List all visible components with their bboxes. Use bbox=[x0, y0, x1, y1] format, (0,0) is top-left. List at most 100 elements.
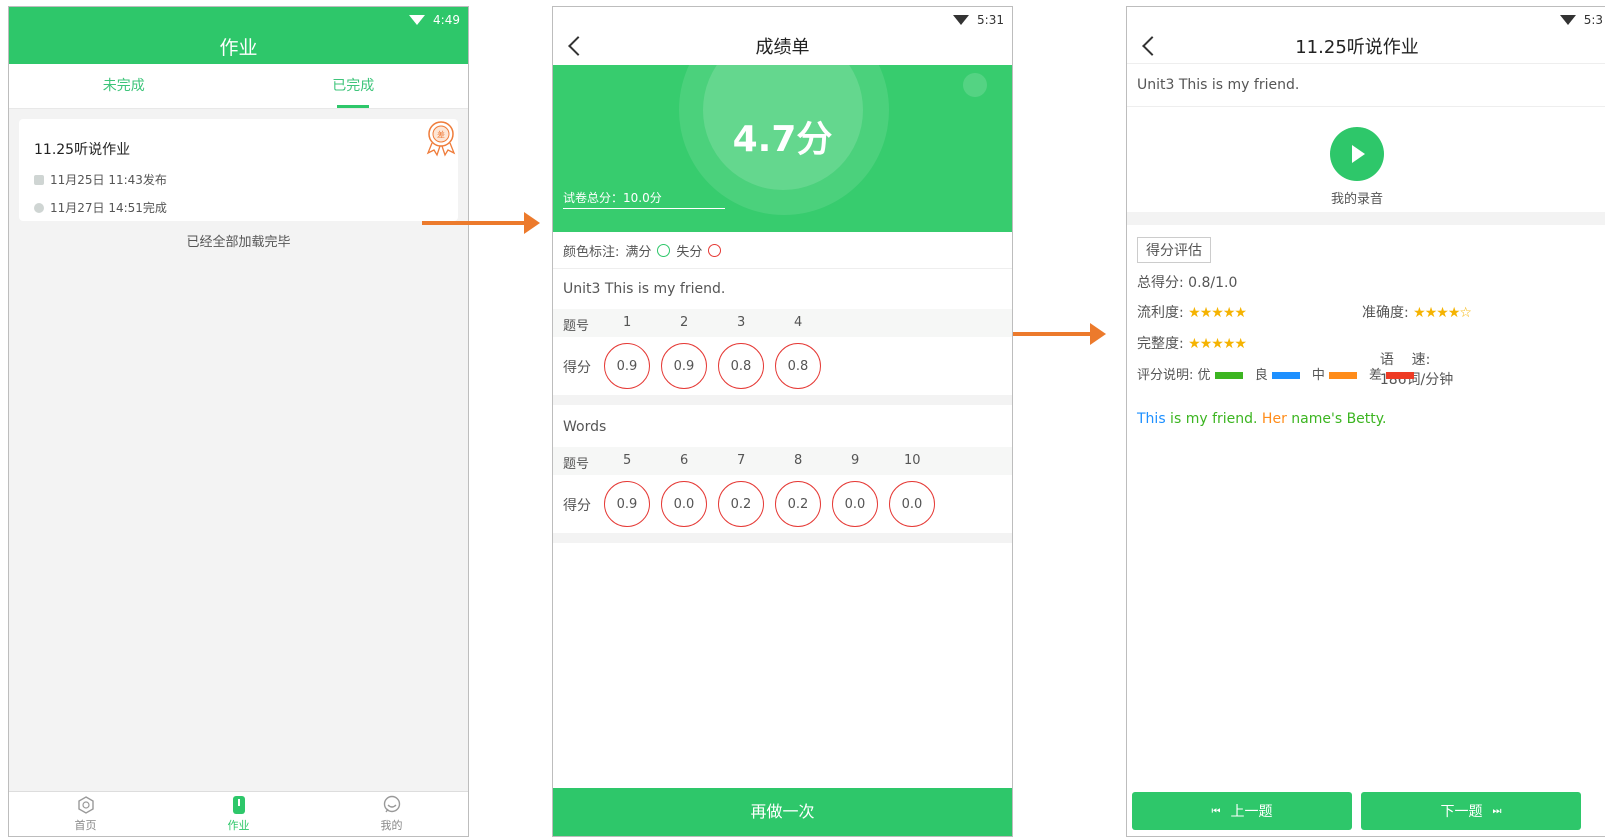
good-color-bar bbox=[1271, 372, 1300, 379]
legend-full: 满分 bbox=[625, 245, 652, 260]
question-score[interactable]: 0.9 bbox=[661, 343, 707, 389]
score-banner: 4.7分 试卷总分：10.0分 bbox=[553, 65, 1012, 232]
page-title: 11.25听说作业 bbox=[1295, 37, 1419, 58]
next-question-label: 下一题 bbox=[1440, 804, 1483, 820]
paper-total-score: 试卷总分：10.0分 bbox=[563, 189, 725, 209]
homework-list: 11.25听说作业 11月25日 11:43发布 11月27日 14:51完成 … bbox=[9, 109, 468, 791]
chat-profile-icon bbox=[383, 795, 400, 813]
clock-icon bbox=[34, 202, 44, 213]
load-complete-text: 已经全部加载完毕 bbox=[186, 235, 291, 250]
accuracy-stars-icon: ★★★★☆ bbox=[1413, 305, 1472, 321]
tab-bar: 未完成 已完成 bbox=[9, 64, 468, 109]
nav-mine-label: 我的 bbox=[380, 819, 403, 832]
rating-poor: 差 bbox=[1369, 368, 1383, 383]
question-score[interactable]: 0.0 bbox=[889, 481, 935, 527]
complete-info: 11月27日 14:51完成 bbox=[34, 199, 167, 216]
medium-color-bar bbox=[1328, 372, 1357, 379]
top-bar: 11.25听说作业 bbox=[1127, 25, 1605, 65]
wifi-icon bbox=[1559, 15, 1576, 25]
divider bbox=[1127, 63, 1605, 64]
recording-label: 我的录音 bbox=[1330, 192, 1383, 207]
banner-decor bbox=[963, 73, 987, 97]
sentence-word: name's Betty. bbox=[1286, 411, 1387, 427]
question-score[interactable]: 0.9 bbox=[604, 481, 650, 527]
fluency-label: 流利度: bbox=[1137, 305, 1184, 321]
question-score[interactable]: 0.0 bbox=[661, 481, 707, 527]
prev-question-button[interactable]: ⏮ 上一题 bbox=[1132, 792, 1352, 830]
question-score[interactable]: 0.0 bbox=[832, 481, 878, 527]
nav-mine[interactable]: 我的 bbox=[315, 792, 468, 836]
svg-text:差: 差 bbox=[437, 130, 445, 140]
question-number: 1 bbox=[623, 315, 632, 330]
completeness-stars-icon: ★★★★★ bbox=[1188, 336, 1247, 352]
number-label: 题号 bbox=[563, 457, 590, 472]
question-number: 4 bbox=[794, 315, 803, 330]
skip-previous-icon: ⏮ bbox=[1211, 805, 1221, 817]
question-number-row: 题号 5 6 7 8 9 10 bbox=[553, 447, 1012, 475]
question-number-row: 题号 1 2 3 4 bbox=[553, 309, 1012, 337]
rating-label: 评分说明: bbox=[1137, 368, 1194, 383]
color-legend: 颜色标注: 满分 失分 bbox=[553, 233, 1012, 269]
question-score[interactable]: 0.9 bbox=[604, 343, 650, 389]
accuracy-row: 准确度: ★★★★☆ bbox=[1362, 302, 1472, 322]
score-evaluation-tag: 得分评估 bbox=[1137, 237, 1211, 263]
question-score[interactable]: 0.2 bbox=[718, 481, 764, 527]
top-bar: 成绩单 bbox=[553, 25, 1012, 65]
rating-excellent: 优 bbox=[1197, 368, 1211, 383]
nav-home-label: 首页 bbox=[74, 819, 97, 832]
section-gap bbox=[553, 533, 1012, 543]
redo-button[interactable]: 再做一次 bbox=[553, 788, 1012, 836]
sentence-word: Her bbox=[1261, 411, 1287, 427]
question-number: 6 bbox=[680, 453, 689, 468]
full-score-ring-icon bbox=[657, 244, 671, 257]
homework-card[interactable]: 11.25听说作业 11月25日 11:43发布 11月27日 14:51完成 … bbox=[19, 119, 458, 221]
homework-list-screen: 4:49 作业 未完成 已完成 11.25听说作业 11月25日 11:43发布… bbox=[8, 6, 469, 837]
nav-homework[interactable]: 作业 bbox=[162, 792, 315, 836]
next-question-button[interactable]: 下一题 ⏭ bbox=[1361, 792, 1581, 830]
question-score[interactable]: 0.8 bbox=[718, 343, 764, 389]
question-number: 3 bbox=[737, 315, 746, 330]
page-title: 作业 bbox=[219, 37, 258, 59]
question-detail-screen: 5:3 11.25听说作业 Unit3 This is my friend. 我… bbox=[1126, 6, 1605, 837]
home-icon bbox=[77, 796, 94, 814]
score-report-screen: 5:31 成绩单 4.7分 试卷总分：10.0分 颜色标注: 满分 失分 Uni… bbox=[552, 6, 1013, 837]
question-nav: ⏮ 上一题 下一题 ⏭ bbox=[1132, 792, 1605, 830]
nav-home[interactable]: 首页 bbox=[9, 792, 162, 836]
sentence-word: is my friend. bbox=[1165, 411, 1262, 427]
completeness-label: 完整度: bbox=[1137, 336, 1184, 352]
completeness-row: 完整度: ★★★★★ bbox=[1137, 333, 1247, 353]
question-number: 8 bbox=[794, 453, 803, 468]
tab-incomplete[interactable]: 未完成 bbox=[9, 64, 239, 108]
bottom-nav: 首页 作业 我的 bbox=[9, 791, 468, 836]
nav-homework-label: 作业 bbox=[227, 819, 250, 832]
question-score[interactable]: 0.8 bbox=[775, 343, 821, 389]
question-score[interactable]: 0.2 bbox=[775, 481, 821, 527]
fluency-row: 流利度: ★★★★★ bbox=[1137, 302, 1247, 322]
prev-question-label: 上一题 bbox=[1230, 804, 1273, 820]
complete-time: 11月27日 14:51完成 bbox=[50, 201, 167, 215]
poor-color-bar bbox=[1386, 372, 1415, 379]
question-number: 2 bbox=[680, 315, 689, 330]
grade-medal-icon: 差 bbox=[426, 121, 456, 157]
section-title: Unit3 This is my friend. bbox=[563, 281, 726, 297]
question-number: 5 bbox=[623, 453, 632, 468]
total-score: 4.7分 bbox=[732, 119, 833, 160]
section-gap bbox=[553, 395, 1012, 405]
unit-title: Unit3 This is my friend. bbox=[1137, 77, 1300, 93]
accuracy-label: 准确度: bbox=[1362, 305, 1409, 321]
play-recording-button[interactable] bbox=[1330, 127, 1384, 181]
score-label: 得分 bbox=[563, 498, 591, 514]
number-label: 题号 bbox=[563, 319, 590, 334]
rating-medium: 中 bbox=[1311, 368, 1325, 383]
divider bbox=[1127, 106, 1605, 107]
legend-lost: 失分 bbox=[676, 245, 703, 260]
homework-title: 11.25听说作业 bbox=[34, 142, 131, 158]
tab-completed[interactable]: 已完成 bbox=[239, 64, 469, 108]
excellent-color-bar bbox=[1214, 372, 1243, 379]
publish-info: 11月25日 11:43发布 bbox=[34, 171, 167, 188]
rating-legend: 评分说明: 优 良 中 差 bbox=[1137, 364, 1422, 383]
publish-time: 11月25日 11:43发布 bbox=[50, 173, 167, 187]
flow-arrow-1 bbox=[422, 212, 540, 234]
question-number: 7 bbox=[737, 453, 746, 468]
skip-next-icon: ⏭ bbox=[1492, 805, 1502, 817]
